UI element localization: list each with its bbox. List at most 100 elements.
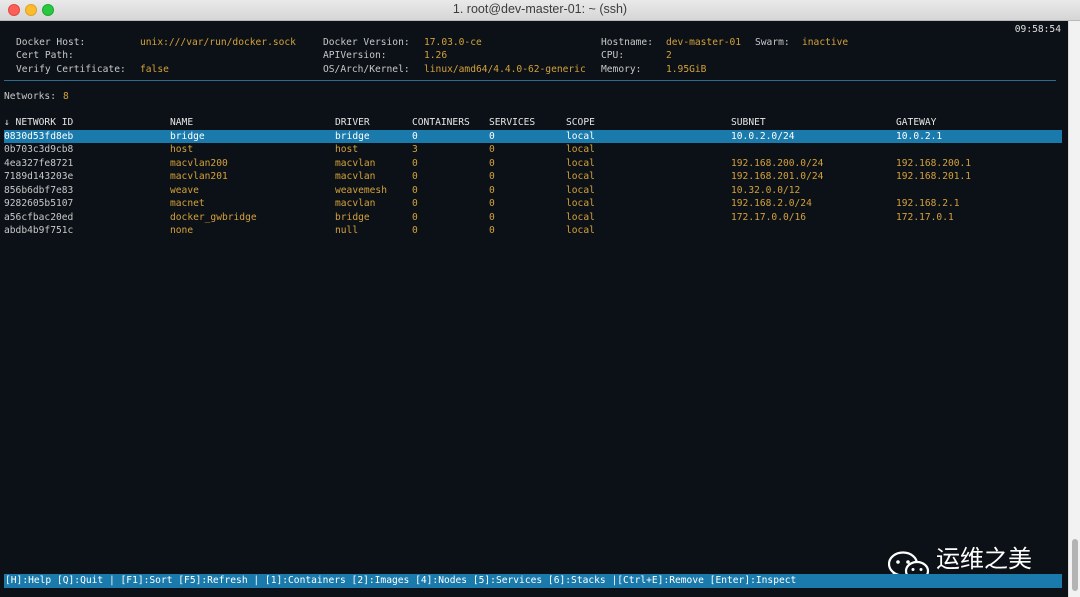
cell-scope: local <box>566 198 595 209</box>
memory-value: 1.95GiB <box>666 64 707 75</box>
watermark-text: 运维之美 <box>936 545 1032 573</box>
table-row[interactable]: 9282605b5107 macnet macvlan 0 0 local 19… <box>4 197 1062 210</box>
cell-services: 0 <box>489 225 495 236</box>
cell-services: 0 <box>489 198 495 209</box>
cell-scope: local <box>566 171 595 182</box>
table-row[interactable]: 7189d143203e macvlan201 macvlan 0 0 loca… <box>4 170 1062 183</box>
table-header: ↓ NETWORK ID NAME DRIVER CONTAINERS SERV… <box>4 116 1062 129</box>
column-header-network-id[interactable]: ↓ NETWORK ID <box>4 116 73 129</box>
table-row[interactable]: 4ea327fe8721 macvlan200 macvlan 0 0 loca… <box>4 157 1062 170</box>
cell-services: 0 <box>489 171 495 182</box>
cell-network-id: 0830d53fd8eb <box>4 130 74 142</box>
cell-driver: macvlan <box>335 198 376 209</box>
cell-scope: local <box>566 130 595 142</box>
cell-containers: 0 <box>412 157 418 169</box>
cell-network-id: 9282605b5107 <box>4 198 74 209</box>
networks-count: 8 <box>63 91 69 102</box>
cpu-label: CPU: <box>601 50 625 61</box>
hostname-value: dev-master-01 <box>666 37 742 48</box>
cell-services: 0 <box>489 211 495 223</box>
cell-scope: local <box>566 144 595 155</box>
cell-network-id: 0b703c3d9cb8 <box>4 144 74 155</box>
verify-certificate-value: false <box>140 64 169 75</box>
cell-gateway: 10.0.2.1 <box>896 130 943 142</box>
cell-containers: 0 <box>412 184 418 196</box>
cell-gateway: 192.168.200.1 <box>896 157 972 169</box>
cell-network-id: a56cfbac20ed <box>4 211 74 223</box>
hostname-label: Hostname: <box>601 37 653 48</box>
cell-driver: macvlan <box>335 171 376 182</box>
cell-containers: 0 <box>412 171 418 182</box>
swarm-value: inactive <box>802 37 849 48</box>
verify-certificate-label: Verify Certificate: <box>16 64 126 75</box>
cell-scope: local <box>566 157 595 169</box>
docker-version-label: Docker Version: <box>323 37 410 48</box>
cell-scope: local <box>566 225 595 236</box>
api-version-value: 1.26 <box>424 50 448 61</box>
cell-name: macvlan200 <box>170 157 228 169</box>
column-header-driver[interactable]: DRIVER <box>335 116 370 129</box>
table-row[interactable]: abdb4b9f751c none null 0 0 local <box>4 224 1062 237</box>
cell-services: 0 <box>489 130 495 142</box>
cert-path-label: Cert Path: <box>16 50 74 61</box>
cell-containers: 0 <box>412 130 418 142</box>
column-header-subnet[interactable]: SUBNET <box>731 116 766 129</box>
cell-scope: local <box>566 184 595 196</box>
cell-name: bridge <box>170 130 205 142</box>
table-row[interactable]: 856b6dbf7e83 weave weavemesh 0 0 local 1… <box>4 184 1062 197</box>
cpu-value: 2 <box>666 50 672 61</box>
column-header-gateway[interactable]: GATEWAY <box>896 116 936 129</box>
cell-gateway: 172.17.0.1 <box>896 211 954 223</box>
cell-network-id: 4ea327fe8721 <box>4 157 74 169</box>
scrollbar[interactable] <box>1068 21 1080 597</box>
cell-network-id: 7189d143203e <box>4 171 74 182</box>
cell-containers: 0 <box>412 198 418 209</box>
os-arch-kernel-value: linux/amd64/4.4.0-62-generic <box>424 64 586 75</box>
table-row[interactable]: 0b703c3d9cb8 host host 3 0 local <box>4 143 1062 156</box>
column-header-containers[interactable]: CONTAINERS <box>412 116 470 129</box>
keybindings-help: [H]:Help [Q]:Quit | [F1]:Sort [F5]:Refre… <box>5 575 797 586</box>
cell-name: docker_gwbridge <box>170 211 257 223</box>
cell-name: weave <box>170 184 199 196</box>
cell-containers: 3 <box>412 144 418 155</box>
window-titlebar: 1. root@dev-master-01: ~ (ssh) <box>0 0 1080 21</box>
cell-subnet: 10.0.2.0/24 <box>731 130 795 142</box>
cell-containers: 0 <box>412 211 418 223</box>
column-header-name[interactable]: NAME <box>170 116 193 129</box>
swarm-label: Swarm: <box>755 37 790 48</box>
cell-driver: bridge <box>335 211 370 223</box>
memory-label: Memory: <box>601 64 642 75</box>
column-header-services[interactable]: SERVICES <box>489 116 535 129</box>
cell-services: 0 <box>489 157 495 169</box>
cell-driver: host <box>335 144 359 155</box>
api-version-label: APIVersion: <box>323 50 387 61</box>
cell-driver: macvlan <box>335 157 376 169</box>
cell-driver: bridge <box>335 130 370 142</box>
cell-network-id: 856b6dbf7e83 <box>4 184 74 196</box>
table-row[interactable]: a56cfbac20ed docker_gwbridge bridge 0 0 … <box>4 211 1062 224</box>
cell-subnet: 172.17.0.0/16 <box>731 211 807 223</box>
cell-gateway: 192.168.201.1 <box>896 171 972 182</box>
table-row-selected[interactable]: 0830d53fd8eb bridge bridge 0 0 local 10.… <box>4 129 1062 143</box>
cell-subnet: 10.32.0.0/12 <box>731 184 801 196</box>
cell-subnet: 192.168.2.0/24 <box>731 198 812 209</box>
cell-subnet: 192.168.200.0/24 <box>731 157 824 169</box>
networks-label: Networks: <box>4 91 56 102</box>
cell-scope: local <box>566 211 595 223</box>
cell-gateway: 192.168.2.1 <box>896 198 960 209</box>
window-title: 1. root@dev-master-01: ~ (ssh) <box>452 2 628 16</box>
cell-name: none <box>170 225 194 236</box>
cell-driver: null <box>335 225 359 236</box>
cell-subnet: 192.168.201.0/24 <box>731 171 824 182</box>
docker-host-label: Docker Host: <box>16 37 86 48</box>
scrollbar-thumb[interactable] <box>1072 539 1078 591</box>
terminal[interactable]: 09:58:54 Docker Host: unix:///var/run/do… <box>0 21 1068 597</box>
status-bar: [H]:Help [Q]:Quit | [F1]:Sort [F5]:Refre… <box>4 574 1062 588</box>
cell-network-id: abdb4b9f751c <box>4 225 74 236</box>
cell-driver: weavemesh <box>335 184 387 196</box>
column-header-scope[interactable]: SCOPE <box>566 116 595 129</box>
cell-name: macnet <box>170 198 205 209</box>
cell-services: 0 <box>489 144 495 155</box>
docker-host-value: unix:///var/run/docker.sock <box>140 37 296 48</box>
docker-version-value: 17.03.0-ce <box>424 37 482 48</box>
